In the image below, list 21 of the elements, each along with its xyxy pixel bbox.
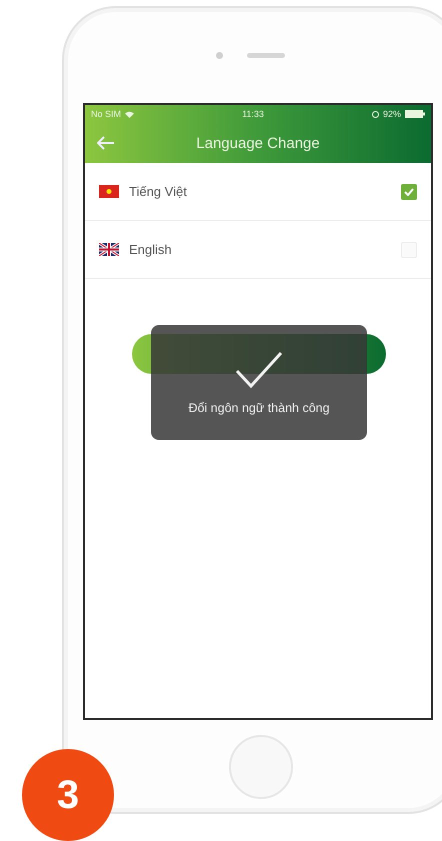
location-icon [372, 110, 379, 118]
back-arrow-icon[interactable] [97, 136, 115, 150]
toast-message: Đổi ngôn ngữ thành công [188, 400, 330, 414]
header-title: Language Change [196, 134, 320, 152]
step-badge: 3 [22, 749, 114, 841]
language-row[interactable]: English [85, 221, 431, 279]
camera-dot [216, 52, 222, 59]
time-text: 11:33 [242, 109, 264, 119]
speaker-slot [246, 53, 284, 58]
tick-icon [404, 188, 414, 196]
carrier-text: No SIM [91, 109, 122, 119]
language-row[interactable]: Tiếng Việt [85, 163, 431, 221]
wifi-icon [125, 110, 134, 118]
language-checkbox[interactable] [401, 184, 417, 200]
language-label: Tiếng Việt [129, 184, 188, 199]
uk-flag-icon [99, 243, 119, 256]
vietnam-flag-icon [99, 185, 119, 198]
battery-icon [404, 110, 425, 118]
checkmark-icon [235, 350, 283, 388]
language-label: English [129, 242, 173, 257]
battery-percent: 92% [382, 109, 401, 119]
